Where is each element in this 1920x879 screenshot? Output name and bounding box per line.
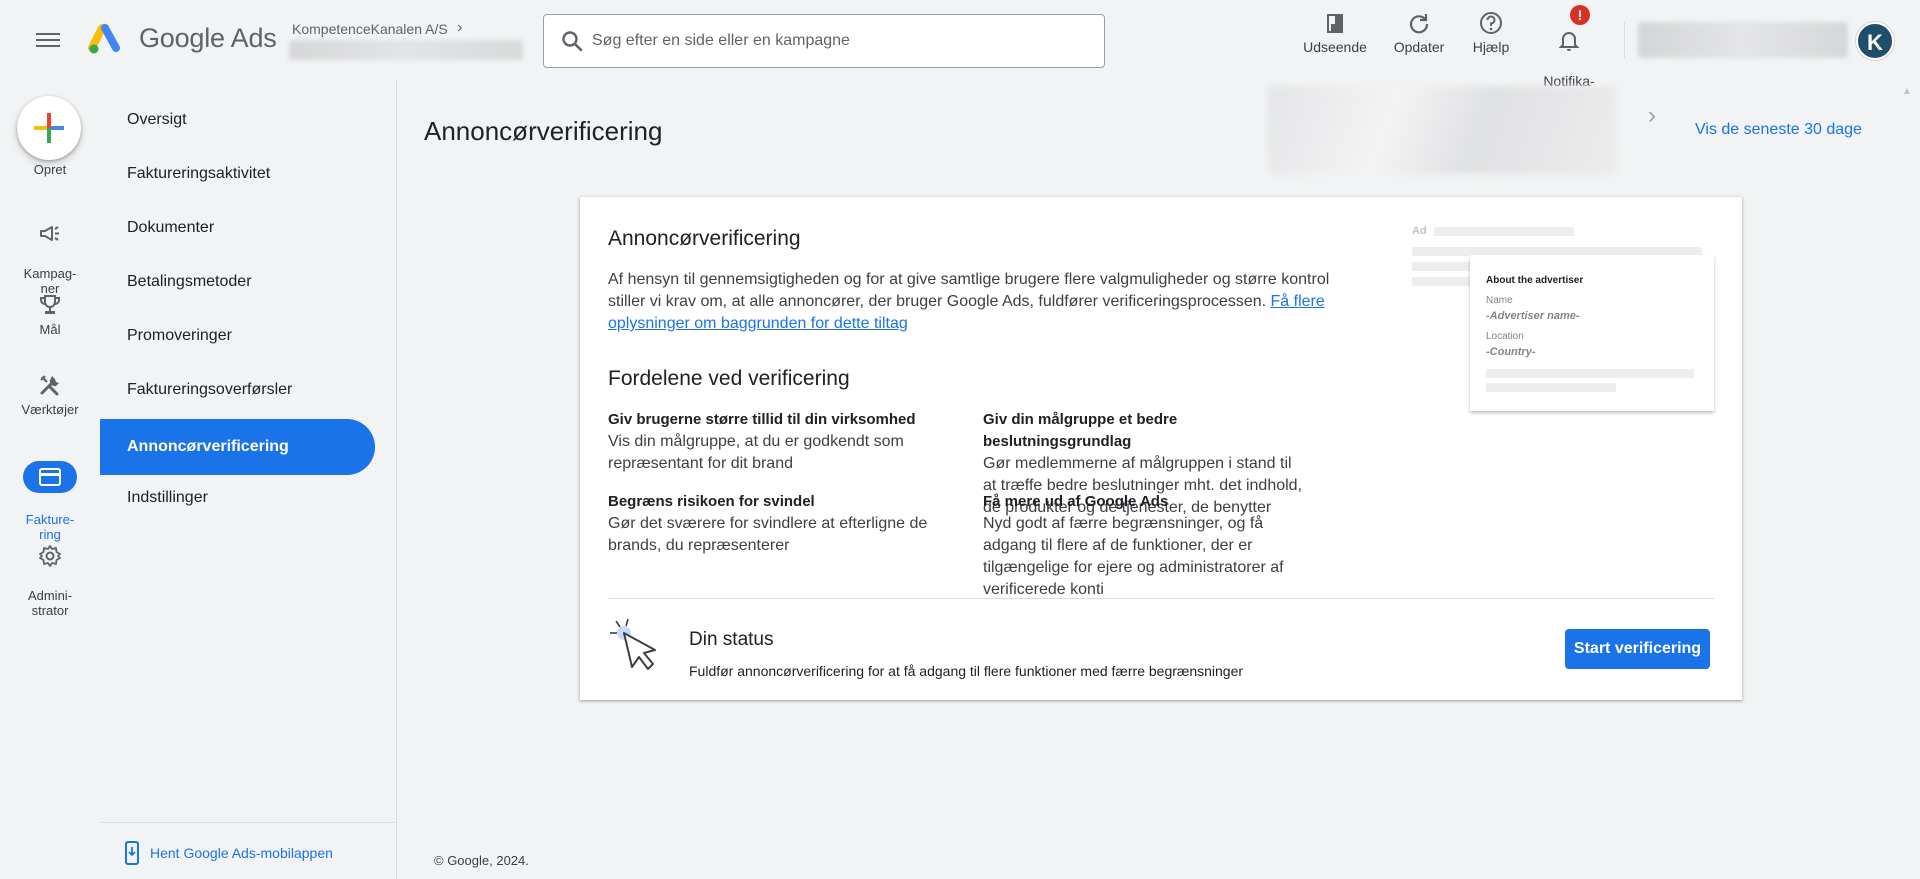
header-divider bbox=[1624, 22, 1625, 58]
date-range-link[interactable]: Vis de seneste 30 dage bbox=[1695, 121, 1862, 139]
benefit-title: Giv din målgruppe et bedre beslutningsgr… bbox=[983, 411, 1178, 450]
card-title: Annoncørverificering bbox=[608, 227, 801, 250]
billing-subnav: Oversigt Faktureringsaktivitet Dokumente… bbox=[100, 80, 397, 879]
preview-name-value: -Advertiser name- bbox=[1486, 310, 1580, 322]
notification-badge: ! bbox=[1570, 5, 1590, 25]
benefits-title: Fordelene ved verificering bbox=[608, 367, 850, 390]
logo-text: Google Ads bbox=[139, 23, 277, 53]
subnav-item-advertiser-verification[interactable]: Annoncørverificering bbox=[100, 419, 375, 475]
avatar[interactable]: K bbox=[1856, 22, 1894, 60]
preview-location-value: -Country- bbox=[1486, 346, 1536, 358]
bell-icon bbox=[1558, 32, 1580, 51]
refresh-icon bbox=[1409, 14, 1429, 34]
cursor-click-icon bbox=[610, 618, 656, 670]
preview-name-label: Name bbox=[1486, 295, 1513, 306]
benefit-item: Få mere ud af Google Ads Nyd godt af fær… bbox=[983, 491, 1303, 601]
mobile-app-link[interactable]: Hent Google Ads-mobilappen bbox=[124, 841, 333, 865]
search-input[interactable] bbox=[592, 15, 1092, 67]
preview-ad-label: Ad bbox=[1412, 225, 1427, 237]
refresh-button[interactable]: Opdater bbox=[1384, 10, 1454, 56]
status-title: Din status bbox=[689, 629, 774, 650]
trophy-icon bbox=[40, 295, 60, 314]
create-label: Opret bbox=[33, 162, 67, 177]
subnav-item-settings[interactable]: Indstillinger bbox=[100, 470, 375, 526]
create-button[interactable] bbox=[17, 96, 81, 160]
menu-icon[interactable] bbox=[36, 30, 60, 50]
verification-card: Annoncørverificering Af hensyn til genne… bbox=[580, 197, 1742, 700]
preview-bar bbox=[1412, 277, 1472, 286]
subnav-item-billing-activity[interactable]: Faktureringsaktivitet bbox=[100, 146, 375, 202]
phone-download-icon bbox=[125, 841, 139, 865]
subnav-item-payment-methods[interactable]: Betalingsmetoder bbox=[100, 254, 375, 310]
chevron-right-icon[interactable]: › bbox=[1648, 102, 1656, 130]
appearance-label: Udseende bbox=[1303, 39, 1367, 55]
subnav-item-billing-transfers[interactable]: Faktureringsoverførsler bbox=[100, 362, 375, 418]
preview-location-label: Location bbox=[1486, 331, 1524, 342]
account-id-redacted bbox=[289, 40, 523, 60]
description-text: Af hensyn til gennemsigtigheden og for a… bbox=[608, 271, 1330, 310]
benefit-title: Giv brugerne større tillid til din virks… bbox=[608, 411, 916, 428]
footer-copyright: © Google, 2024. bbox=[434, 853, 529, 868]
search-box[interactable] bbox=[543, 14, 1105, 68]
advertiser-preview-illustration: Ad About the advertiser Name -Advertiser… bbox=[1412, 225, 1714, 415]
rail-item-campaigns[interactable]: Kampag- ner bbox=[0, 206, 100, 296]
status-divider bbox=[608, 598, 1714, 599]
benefit-item: Giv brugerne større tillid til din virks… bbox=[608, 409, 928, 475]
preview-bar bbox=[1486, 383, 1616, 392]
rail-label-goals: Mål bbox=[39, 322, 61, 337]
campaign-icon bbox=[40, 226, 59, 241]
preview-bar bbox=[1412, 262, 1472, 271]
nav-rail: Opret Kampag- ner Mål Værktøjer Fakture-… bbox=[0, 80, 100, 879]
google-ads-logo-icon bbox=[88, 24, 120, 54]
date-range-redacted bbox=[1268, 86, 1616, 174]
benefit-title: Få mere ud af Google Ads bbox=[983, 493, 1169, 510]
rail-item-goals[interactable]: Mål bbox=[0, 292, 100, 337]
rail-item-admin[interactable]: Admini- strator bbox=[0, 528, 100, 618]
start-verification-button[interactable]: Start verificering bbox=[1565, 629, 1710, 669]
help-icon bbox=[1480, 12, 1502, 34]
subnav-item-overview[interactable]: Oversigt bbox=[100, 92, 375, 148]
appearance-button[interactable]: Udseende bbox=[1300, 10, 1370, 56]
preview-bar bbox=[1486, 369, 1694, 378]
mobile-app-label: Hent Google Ads-mobilappen bbox=[150, 845, 333, 861]
tools-icon bbox=[40, 375, 59, 396]
benefit-desc: Nyd godt af færre begrænsninger, og få a… bbox=[983, 515, 1284, 598]
billing-active-pill bbox=[23, 461, 77, 493]
rail-label-admin: Admini- strator bbox=[27, 588, 73, 618]
help-button[interactable]: Hjælp bbox=[1456, 10, 1526, 56]
subnav-item-documents[interactable]: Dokumenter bbox=[100, 200, 375, 256]
plus-icon bbox=[34, 113, 64, 143]
benefit-desc: Vis din målgruppe, at du er godkendt som… bbox=[608, 433, 904, 472]
chevron-right-icon[interactable]: › bbox=[457, 19, 462, 37]
page-title: Annoncørverificering bbox=[424, 116, 663, 146]
card-description: Af hensyn til gennemsigtigheden og for a… bbox=[608, 269, 1368, 335]
subnav-item-promotions[interactable]: Promoveringer bbox=[100, 308, 375, 364]
gear-icon bbox=[39, 545, 61, 567]
rail-label-tools: Værktøjer bbox=[21, 402, 79, 417]
benefit-desc: Gør det sværere for svindlere at efterli… bbox=[608, 515, 928, 554]
account-name[interactable]: KompetenceKanalen A/S bbox=[292, 21, 448, 37]
top-bar: Google Ads KompetenceKanalen A/S › Udsee… bbox=[0, 0, 1920, 106]
scroll-up-icon[interactable]: ▲ bbox=[1902, 86, 1912, 97]
help-label: Hjælp bbox=[1472, 39, 1510, 55]
search-icon bbox=[562, 31, 583, 52]
subnav-footer: Hent Google Ads-mobilappen bbox=[100, 822, 397, 879]
preview-bar bbox=[1434, 227, 1574, 236]
appearance-icon bbox=[1327, 14, 1343, 33]
preview-heading: About the advertiser bbox=[1486, 275, 1584, 286]
billing-card-icon bbox=[39, 468, 61, 486]
refresh-label: Opdater bbox=[1393, 39, 1445, 55]
user-email-redacted bbox=[1638, 22, 1848, 58]
rail-item-tools[interactable]: Værktøjer bbox=[0, 372, 100, 417]
about-advertiser-box: About the advertiser Name -Advertiser na… bbox=[1470, 255, 1714, 411]
status-description: Fuldfør annoncørverificering for at få a… bbox=[689, 663, 1244, 679]
benefit-item: Begræns risikoen for svindel Gør det svæ… bbox=[608, 491, 928, 557]
benefit-title: Begræns risikoen for svindel bbox=[608, 493, 815, 510]
